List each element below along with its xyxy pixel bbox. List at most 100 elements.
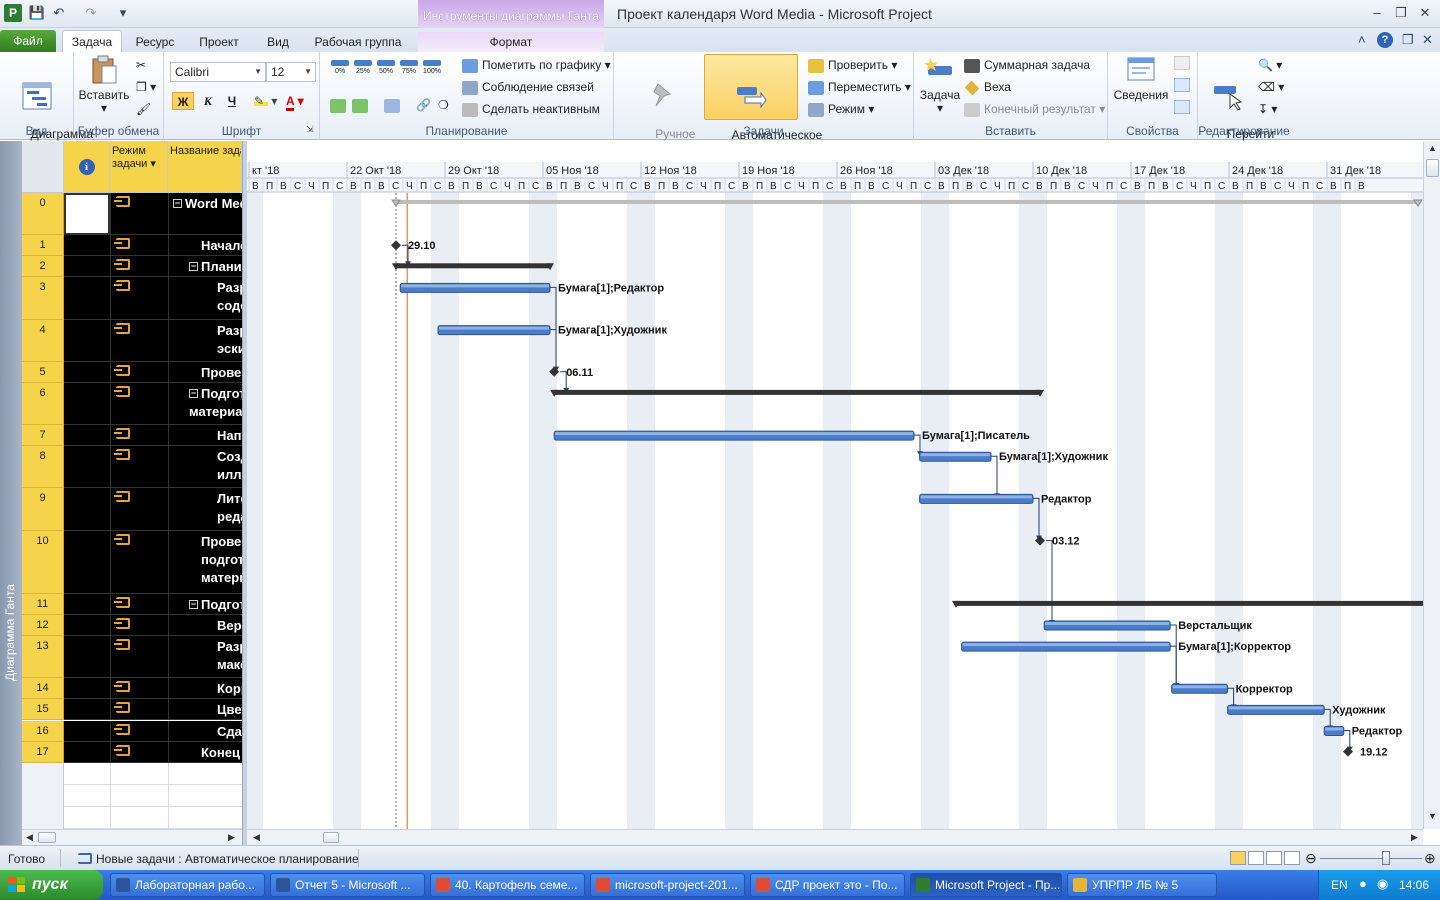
row-id[interactable]: 2 <box>22 256 64 278</box>
mark-on-track-button[interactable]: Пометить по графику ▾ <box>462 56 611 74</box>
row-task-mode-cell[interactable] <box>110 446 168 489</box>
restore-icon[interactable]: ❐ <box>1390 4 1412 22</box>
font-name-combo[interactable]: Calibri ▼ <box>170 62 266 82</box>
row-task-mode-cell[interactable] <box>110 425 168 447</box>
row-indicator-cell[interactable] <box>64 193 110 236</box>
row-id[interactable]: 6 <box>22 382 64 426</box>
header-task-name[interactable]: Название задачи <box>168 141 242 193</box>
project-app-icon[interactable]: P <box>4 4 22 22</box>
percent-complete-button[interactable]: 0% <box>330 60 350 78</box>
view-bar[interactable]: Диаграмма Ганта <box>0 141 22 845</box>
taskbar-item[interactable]: Microsoft Project - Пр... <box>910 873 1062 897</box>
header-indicators[interactable]: i <box>64 141 110 193</box>
row-indicator-cell[interactable] <box>64 488 110 531</box>
row-id[interactable]: 0 <box>22 193 64 236</box>
tab-task[interactable]: Задача <box>62 30 122 54</box>
table-row[interactable]: 10 Проверка подготовленных материалов <box>22 530 242 594</box>
row-task-mode-cell[interactable] <box>110 382 168 426</box>
table-row[interactable]: 13 Разработка макета <box>22 636 242 679</box>
row-task-mode-cell[interactable] <box>110 636 168 679</box>
insert-task-button[interactable]: Задача ▾ <box>918 54 962 115</box>
taskbar-item[interactable]: Отчет 5 - Microsoft ... <box>270 873 425 897</box>
save-icon[interactable]: 💾 <box>28 4 46 22</box>
table-row[interactable]: 5 Проверка <box>22 361 242 383</box>
scroll-up-icon[interactable]: ▲ <box>1428 143 1437 153</box>
header-task-mode[interactable]: Режим задачи ▾ <box>110 141 168 193</box>
row-id[interactable]: 17 <box>22 741 64 763</box>
gantt-canvas[interactable]: кт '18 22 Окт '18 29 Окт '18 05 Ноя '18 12 Н… <box>247 141 1423 845</box>
taskbar-item[interactable]: microsoft-project-201... <box>590 873 745 897</box>
language-indicator[interactable]: EN <box>1331 878 1348 892</box>
row-task-mode-cell[interactable] <box>110 530 168 594</box>
table-scroll-thumb[interactable] <box>38 832 56 843</box>
row-task-name-cell[interactable]: −Планирование <box>168 256 242 278</box>
row-task-mode-cell[interactable] <box>110 235 168 257</box>
row-indicator-cell[interactable] <box>64 678 110 700</box>
scroll-down-icon[interactable]: ▼ <box>1428 811 1437 821</box>
row-id[interactable]: 12 <box>22 615 64 637</box>
header-select-all[interactable] <box>22 141 64 193</box>
font-color-icon[interactable]: A ▾ <box>286 92 304 111</box>
inactivate-button[interactable]: Сделать неактивным <box>462 100 600 118</box>
row-indicator-cell[interactable] <box>64 615 110 637</box>
milestone-diamond[interactable] <box>391 240 401 251</box>
empty-row[interactable] <box>22 784 242 807</box>
row-indicator-cell[interactable] <box>64 235 110 257</box>
row-id[interactable]: 16 <box>22 720 64 742</box>
clear-icon[interactable]: ⌫ ▾ <box>1258 78 1284 96</box>
gantt-chart[interactable]: кт '18 22 Окт '18 29 Окт '18 05 Ноя '18 12 Н… <box>247 141 1423 845</box>
row-task-mode-cell[interactable] <box>110 615 168 637</box>
gantt-view-shortcut-icon[interactable] <box>1230 851 1246 865</box>
find-icon[interactable]: 🔍 ▾ <box>1258 56 1282 74</box>
undo-icon[interactable]: ↶ <box>50 4 68 22</box>
tab-resource[interactable]: Ресурс <box>128 32 182 52</box>
row-task-mode-cell[interactable] <box>110 319 168 362</box>
table-row[interactable]: 16 Сдача <box>22 720 242 742</box>
row-task-name-cell[interactable]: −Word Media <box>168 193 242 236</box>
fill-icon[interactable]: ↧ ▾ <box>1258 100 1277 118</box>
information-button[interactable]: Сведения <box>1110 54 1172 102</box>
collapse-icon[interactable]: − <box>189 599 198 609</box>
table-row[interactable]: 4 Разработка эскизов <box>22 319 242 362</box>
row-id[interactable]: 15 <box>22 699 64 721</box>
taskbar-item[interactable]: СДР проект это - По... <box>750 873 905 897</box>
tab-format[interactable]: Формат <box>418 32 604 52</box>
collapse-icon[interactable]: − <box>173 199 182 208</box>
team-planner-shortcut-icon[interactable] <box>1266 851 1282 865</box>
table-scroll-left-icon[interactable]: ◀ <box>26 832 33 843</box>
table-row[interactable]: 8 Создание иллюстраций <box>22 446 242 489</box>
row-id[interactable]: 7 <box>22 425 64 447</box>
format-painter-icon[interactable]: 🖌 <box>136 100 151 118</box>
row-task-mode-cell[interactable] <box>110 699 168 721</box>
zoom-slider[interactable] <box>1320 858 1422 859</box>
row-indicator-cell[interactable] <box>64 319 110 362</box>
gantt-scroll-right-icon[interactable]: ▶ <box>1411 832 1418 843</box>
collapse-icon[interactable]: − <box>189 388 198 398</box>
row-indicator-cell[interactable] <box>64 593 110 615</box>
help-icon[interactable]: ? <box>1377 32 1393 48</box>
collapse-icon[interactable]: − <box>189 262 198 272</box>
table-row[interactable]: 1 Начало <box>22 235 242 257</box>
resource-sheet-shortcut-icon[interactable] <box>1284 851 1300 865</box>
row-indicator-cell[interactable] <box>64 256 110 278</box>
milestone-button[interactable]: Веха <box>964 78 1011 96</box>
tab-file[interactable]: Файл <box>0 30 56 52</box>
split-icon[interactable] <box>384 96 404 114</box>
inspect-button[interactable]: Проверить ▾ <box>808 56 897 74</box>
empty-row[interactable] <box>22 806 242 829</box>
close-icon[interactable]: ✕ <box>1414 4 1436 22</box>
redo-icon[interactable]: ↷ <box>82 4 100 22</box>
table-row[interactable]: 2 −Планирование <box>22 256 242 278</box>
deliverable-button[interactable]: Конечный результат ▾ <box>964 100 1105 118</box>
row-task-mode-cell[interactable] <box>110 678 168 700</box>
row-indicator-cell[interactable] <box>64 446 110 489</box>
auto-schedule-button[interactable]: Автоматическое планирование <box>704 54 822 155</box>
link-tasks-icon[interactable]: 🔗 <box>416 96 431 114</box>
table-row[interactable]: 6 −Подготовка материалов <box>22 382 242 426</box>
italic-button[interactable]: К <box>198 92 218 110</box>
summary-bar[interactable] <box>554 389 1040 395</box>
table-row[interactable]: 17 Конец <box>22 741 242 763</box>
row-indicator-cell[interactable] <box>64 382 110 426</box>
gantt-scroll-thumb[interactable] <box>323 832 339 843</box>
table-row[interactable]: 3 Разработка содержания <box>22 277 242 320</box>
